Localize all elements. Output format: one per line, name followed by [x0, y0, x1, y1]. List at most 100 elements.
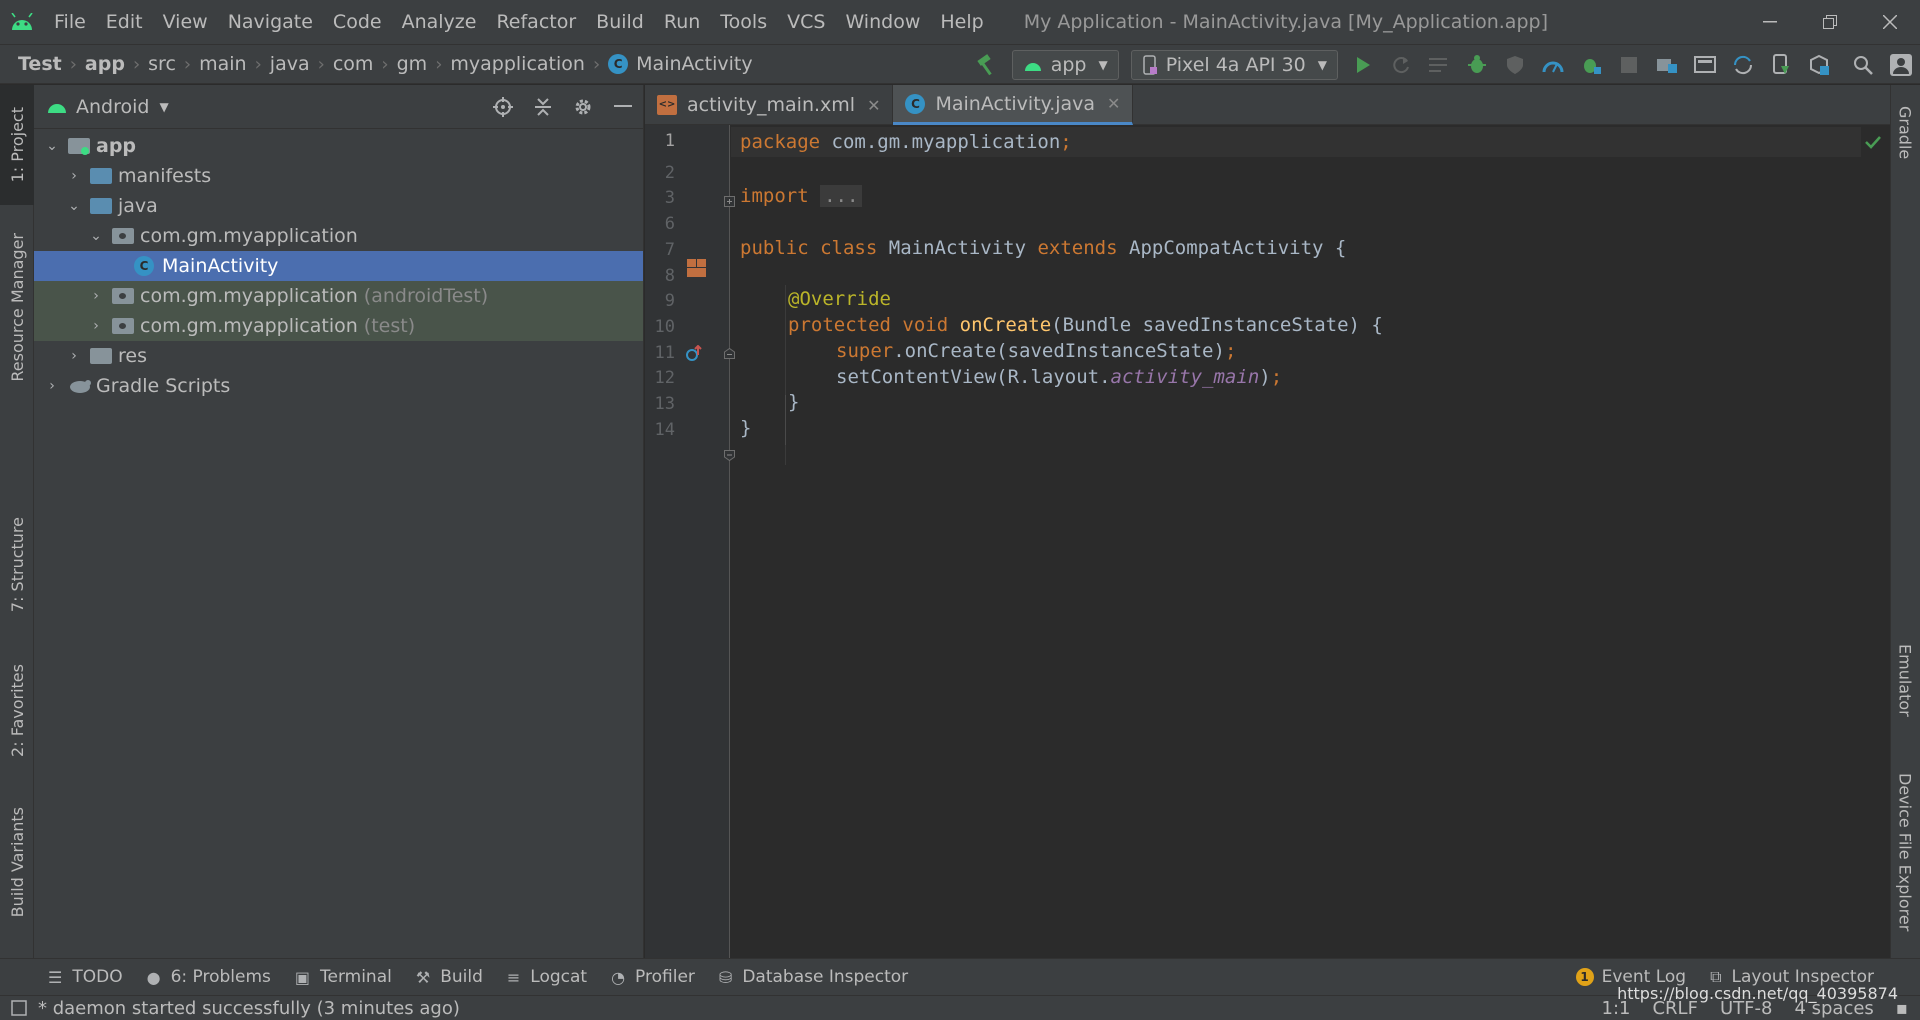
- tree-item-package-test[interactable]: › com.gm.myapplication (test): [34, 311, 643, 341]
- menu-view[interactable]: View: [153, 0, 218, 44]
- breadcrumb-item[interactable]: gm: [397, 53, 428, 75]
- minimize-icon: [1763, 21, 1777, 23]
- tree-item-res[interactable]: › res: [34, 341, 643, 371]
- tab-activity-main-xml[interactable]: <> activity_main.xml ✕: [645, 85, 894, 125]
- tool-profiler[interactable]: ◔ Profiler: [599, 959, 707, 996]
- toggle-tool-windows-button[interactable]: [0, 1000, 38, 1016]
- menu-refactor[interactable]: Refactor: [486, 0, 586, 44]
- tree-item-package-androidtest[interactable]: › com.gm.myapplication (androidTest): [34, 281, 643, 311]
- tree-item-app[interactable]: ⌄ app: [34, 131, 643, 161]
- code-line-14: }: [740, 417, 751, 439]
- panel-settings-button[interactable]: [563, 85, 603, 129]
- close-window-button[interactable]: [1860, 0, 1920, 44]
- menu-build[interactable]: Build: [586, 0, 654, 44]
- attach-debugger-button[interactable]: [1572, 45, 1610, 85]
- menu-file[interactable]: File: [44, 0, 96, 44]
- fold-icon[interactable]: [724, 450, 736, 462]
- menu-navigate[interactable]: Navigate: [218, 0, 323, 44]
- breadcrumb-item-current[interactable]: MainActivity: [636, 53, 752, 75]
- avd-manager-button[interactable]: [1686, 45, 1724, 85]
- make-project-button[interactable]: [968, 45, 1006, 85]
- breadcrumb-item[interactable]: src: [148, 53, 176, 75]
- menu-window[interactable]: Window: [835, 0, 930, 44]
- tree-item-package[interactable]: ⌄ com.gm.myapplication: [34, 221, 643, 251]
- tool-tab-gradle[interactable]: Gradle: [1890, 85, 1920, 180]
- folded-imports[interactable]: ...: [820, 185, 863, 207]
- tool-tab-build-variants[interactable]: Build Variants: [0, 800, 34, 925]
- collapse-all-button[interactable]: [523, 85, 563, 129]
- menu-vcs[interactable]: VCS: [777, 0, 835, 44]
- line-number: 7: [664, 240, 675, 260]
- profile-button[interactable]: [1534, 45, 1572, 85]
- tool-problems[interactable]: ● 6: Problems: [135, 959, 283, 996]
- fold-icon[interactable]: [724, 348, 736, 360]
- account-button[interactable]: [1882, 45, 1920, 85]
- tool-tab-favorites[interactable]: 2: Favorites: [0, 655, 34, 765]
- tool-database-inspector[interactable]: ⛁ Database Inspector: [707, 959, 920, 996]
- breadcrumb-item[interactable]: Test: [18, 53, 62, 75]
- tree-item-manifests[interactable]: › manifests: [34, 161, 643, 191]
- tree-item-java[interactable]: ⌄ java: [34, 191, 643, 221]
- breadcrumb-item[interactable]: java: [270, 53, 310, 75]
- sync-gradle-button[interactable]: [1724, 45, 1762, 85]
- tree-item-gradle-scripts[interactable]: › Gradle Scripts: [34, 371, 643, 401]
- sdk-manager-button[interactable]: [1800, 45, 1838, 85]
- menu-analyze[interactable]: Analyze: [392, 0, 487, 44]
- tool-logcat[interactable]: ≡ Logcat: [495, 959, 599, 996]
- tab-mainactivity-java[interactable]: C MainActivity.java ✕: [893, 85, 1134, 125]
- minimize-button[interactable]: [1740, 0, 1800, 44]
- tool-tab-device-file-explorer[interactable]: Device File Explorer: [1890, 765, 1920, 940]
- breadcrumb-item[interactable]: com: [333, 53, 374, 75]
- project-view-select[interactable]: Android: [76, 96, 149, 118]
- rerun-icon: [1393, 57, 1409, 74]
- hide-panel-button[interactable]: [603, 85, 643, 129]
- list-icon: ☰: [48, 967, 63, 987]
- breadcrumb-item[interactable]: main: [199, 53, 246, 75]
- fold-icon[interactable]: [724, 196, 736, 208]
- menu-code[interactable]: Code: [323, 0, 392, 44]
- tree-item-label: com.gm.myapplication: [140, 285, 358, 307]
- menu-tools[interactable]: Tools: [710, 0, 777, 44]
- device-manager-button[interactable]: [1762, 45, 1800, 85]
- apply-changes-restart-button[interactable]: [1382, 45, 1420, 85]
- menu-run[interactable]: Run: [654, 0, 710, 44]
- apply-code-changes-button[interactable]: [1420, 45, 1458, 85]
- close-tab-icon[interactable]: ✕: [1107, 94, 1120, 113]
- breadcrumb-item[interactable]: app: [85, 53, 125, 75]
- coverage-button[interactable]: [1496, 45, 1534, 85]
- tool-tab-emulator[interactable]: Emulator: [1890, 630, 1920, 730]
- device-select[interactable]: Pixel 4a API 30 ▼: [1130, 50, 1338, 80]
- tool-terminal[interactable]: ▣ Terminal: [283, 959, 404, 996]
- chevron-right-icon: ›: [93, 318, 99, 334]
- tool-todo[interactable]: ☰ TODO: [36, 959, 135, 996]
- menu-help[interactable]: Help: [930, 0, 993, 44]
- tool-tab-structure[interactable]: 7: Structure: [0, 510, 34, 620]
- chevron-down-icon: ⌄: [46, 138, 58, 154]
- tool-build[interactable]: ⚒ Build: [404, 959, 495, 996]
- breadcrumb-item[interactable]: myapplication: [450, 53, 585, 75]
- override-gutter-icon[interactable]: [685, 345, 703, 363]
- project-structure-button[interactable]: [1648, 45, 1686, 85]
- tree-item-mainactivity[interactable]: C MainActivity: [34, 251, 643, 281]
- restore-button[interactable]: [1800, 0, 1860, 44]
- stop-button[interactable]: [1610, 45, 1648, 85]
- run-button[interactable]: [1344, 45, 1382, 85]
- tool-tab-resource-manager[interactable]: Resource Manager: [0, 220, 34, 395]
- run-config-select[interactable]: app ▼: [1011, 50, 1119, 80]
- debug-button[interactable]: [1458, 45, 1496, 85]
- code-editor[interactable]: 1 2 3 6 7 8 9 10 11 12 13 14 package com…: [645, 125, 1890, 958]
- search-everywhere-button[interactable]: [1844, 45, 1882, 85]
- tool-tab-label: Build Variants: [7, 807, 27, 918]
- chevron-right-icon: ›: [381, 53, 389, 75]
- close-tab-icon[interactable]: ✕: [867, 96, 880, 115]
- layout-xml-gutter-icon[interactable]: [685, 257, 709, 279]
- collapse-icon: [535, 98, 551, 116]
- restore-icon: [1823, 15, 1837, 29]
- menu-edit[interactable]: Edit: [96, 0, 153, 44]
- code-line-7: public class MainActivity extends AppCom…: [740, 237, 1346, 259]
- status-message[interactable]: * daemon started successfully (3 minutes…: [38, 998, 460, 1019]
- locate-file-button[interactable]: [483, 85, 523, 129]
- inspection-ok-icon[interactable]: [1864, 135, 1882, 149]
- tool-tab-project[interactable]: 1: Project: [0, 85, 34, 205]
- tool-label: Terminal: [320, 967, 392, 987]
